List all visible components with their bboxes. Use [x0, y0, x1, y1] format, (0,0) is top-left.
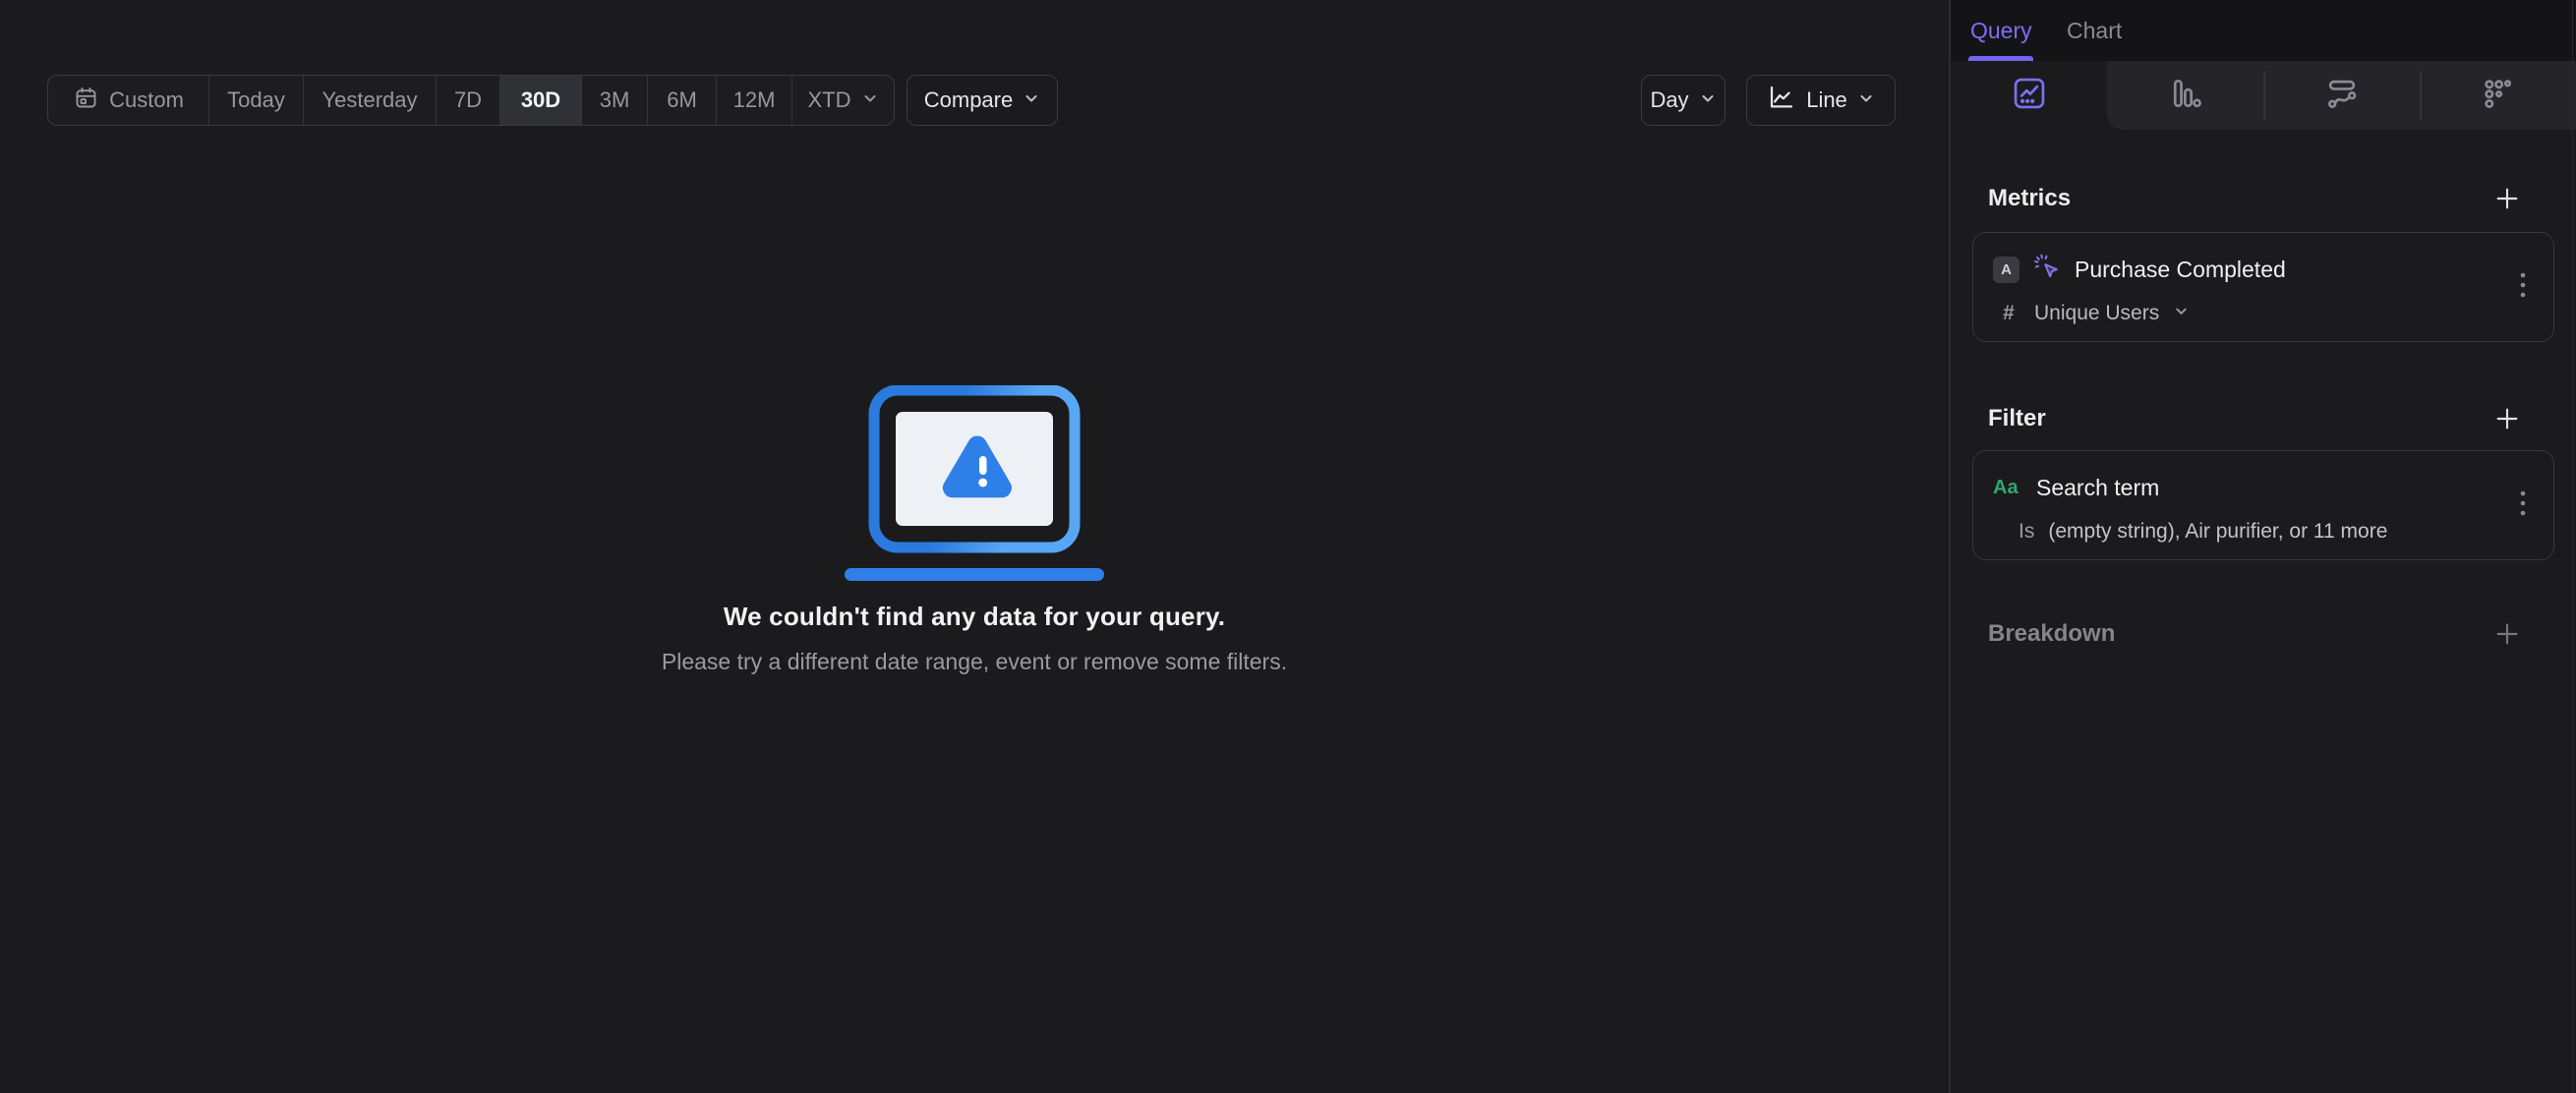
date-range-segment-xtd[interactable]: XTD: [792, 76, 894, 125]
filter-card: Aa Search term Is (empty string), Air pu…: [1972, 450, 2554, 560]
tab-query-label: Query: [1970, 17, 2032, 43]
empty-state-title: We couldn't find any data for your query…: [723, 602, 1226, 631]
tab-chart-label: Chart: [2067, 17, 2123, 43]
insights-report-screen: Custom Today Yesterday 7D 30D 3M 6M 12M …: [0, 0, 2576, 1093]
filter-operator: Is: [2019, 520, 2035, 543]
view-type-strip: [1951, 61, 2576, 130]
metrics-heading: Metrics: [1988, 185, 2072, 211]
add-metric-button[interactable]: [2489, 181, 2525, 216]
filter-heading: Filter: [1988, 405, 2046, 431]
metric-event-row[interactable]: A Purchase Completed: [1993, 250, 2286, 289]
add-filter-button[interactable]: [2489, 401, 2525, 436]
filter-options-kebab-icon[interactable]: [2508, 486, 2538, 525]
chevron-down-icon: [1699, 87, 1717, 113]
view-tab-retention[interactable]: [2420, 61, 2576, 130]
chevron-down-icon: [2173, 303, 2190, 324]
date-range-label: Custom: [109, 87, 184, 112]
metric-aggregation-label: Unique Users: [2034, 302, 2160, 324]
date-range-segment-today[interactable]: Today: [209, 76, 304, 125]
metric-card: A Purchase Completed # Unique Users: [1972, 232, 2554, 342]
date-range-control: Custom Today Yesterday 7D 30D 3M 6M 12M …: [47, 75, 895, 126]
hash-icon: #: [2003, 302, 2015, 324]
date-range-label: 7D: [453, 87, 483, 112]
granularity-button[interactable]: Day: [1641, 75, 1726, 126]
metric-series-badge: A: [1993, 256, 2020, 283]
chart-type-label: Line: [1806, 87, 1847, 112]
date-range-label: 3M: [599, 87, 630, 112]
metric-options-kebab-icon[interactable]: [2508, 267, 2538, 307]
chevron-down-icon: [1023, 87, 1040, 113]
query-builder-sidebar: Query Chart Metrics A Purchase Completed…: [1949, 0, 2576, 1093]
view-tab-funnels[interactable]: [2107, 61, 2263, 130]
chart-type-button[interactable]: Line: [1746, 75, 1896, 126]
add-breakdown-button[interactable]: [2489, 616, 2525, 652]
tab-query[interactable]: Query: [1970, 0, 2032, 61]
filter-property-name: Search term: [2036, 474, 2160, 500]
date-range-label: 12M: [732, 87, 776, 112]
compare-button[interactable]: Compare: [907, 75, 1058, 126]
line-chart-icon: [1767, 83, 1796, 118]
date-range-label: 30D: [520, 87, 561, 112]
date-range-label: Yesterday: [322, 87, 418, 112]
view-tab-flows[interactable]: [2263, 61, 2420, 130]
text-property-type-icon: Aa: [1993, 476, 2019, 498]
date-range-segment-30d[interactable]: 30D: [500, 76, 582, 125]
chevron-down-icon: [861, 87, 879, 113]
date-range-label: 6M: [667, 87, 697, 112]
event-cursor-click-icon: [2033, 254, 2061, 286]
view-tab-divider: [2420, 71, 2422, 120]
date-range-label: XTD: [807, 87, 851, 112]
metric-event-name: Purchase Completed: [2075, 256, 2286, 282]
date-range-segment-3m[interactable]: 3M: [582, 76, 648, 125]
filter-operator-values[interactable]: Is (empty string), Air purifier, or 11 m…: [2019, 516, 2387, 547]
date-range-segment-12m[interactable]: 12M: [717, 76, 792, 125]
tab-chart[interactable]: Chart: [2067, 0, 2122, 61]
view-tab-divider: [2263, 71, 2265, 120]
no-data-laptop-illustration: [845, 384, 1104, 582]
metric-aggregation-dropdown[interactable]: # Unique Users: [1997, 298, 2190, 329]
date-range-label: Today: [227, 87, 285, 112]
date-range-segment-7d[interactable]: 7D: [437, 76, 500, 125]
granularity-label: Day: [1650, 87, 1689, 112]
flows-icon: [2323, 75, 2361, 117]
view-tab-insights[interactable]: [1951, 61, 2107, 130]
date-range-segment-yesterday[interactable]: Yesterday: [304, 76, 437, 125]
sidebar-tab-bar: Query Chart: [1951, 0, 2576, 61]
insights-line-chart-icon: [2011, 75, 2048, 117]
main-area: Custom Today Yesterday 7D 30D 3M 6M 12M …: [0, 0, 1949, 1093]
filter-property-row[interactable]: Aa Search term: [1993, 468, 2159, 507]
calendar-icon: [73, 85, 99, 117]
empty-state-subtitle: Please try a different date range, event…: [661, 649, 1288, 674]
dot-grid-icon: [2480, 75, 2517, 117]
chevron-down-icon: [1857, 87, 1875, 113]
date-range-segment-custom[interactable]: Custom: [48, 76, 209, 125]
funnel-bars-icon: [2167, 75, 2204, 117]
breakdown-heading: Breakdown: [1988, 620, 2116, 647]
date-range-segment-6m[interactable]: 6M: [648, 76, 717, 125]
compare-label: Compare: [923, 87, 1014, 112]
filter-values-summary: (empty string), Air purifier, or 11 more: [2048, 520, 2388, 543]
